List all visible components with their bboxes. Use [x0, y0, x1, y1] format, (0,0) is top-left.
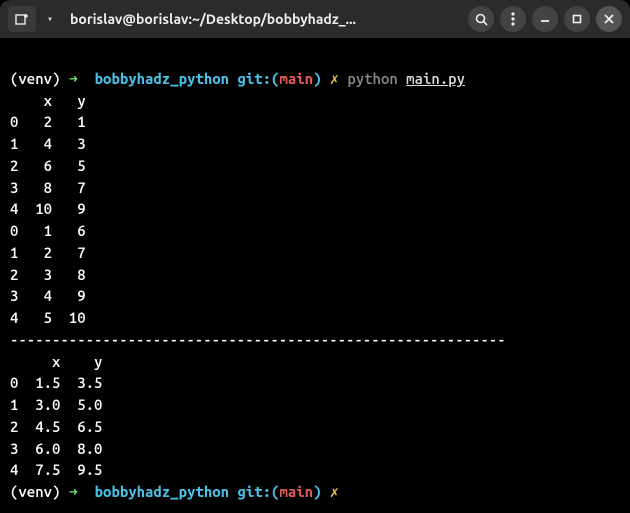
- df1-row: 1 4 3: [10, 135, 86, 152]
- prompt-line-2: (venv) ➜ bobbyhadz_python git:(main) ✗: [10, 483, 339, 500]
- cmd-python: python: [347, 70, 397, 87]
- menu-button[interactable]: [500, 6, 526, 32]
- df2-row: 3 6.0 8.0: [10, 440, 102, 457]
- df1-row: 3 4 9: [10, 287, 86, 304]
- dirty-icon: ✗: [330, 483, 339, 500]
- prompt-arrow-icon: ➜: [69, 483, 78, 500]
- minimize-button[interactable]: [532, 6, 558, 32]
- git-close: ): [313, 483, 321, 500]
- df2-row: 4 7.5 9.5: [10, 461, 102, 478]
- df1-row: 4 10 9: [10, 200, 86, 217]
- df2-row: 2 4.5 6.5: [10, 418, 102, 435]
- df1-row: 4 5 10: [10, 309, 86, 326]
- cmd-file: main.py: [406, 70, 465, 87]
- tab-menu-chevron-icon[interactable]: ▾: [42, 13, 58, 25]
- prompt-dir: bobbyhadz_python: [95, 70, 229, 87]
- close-button[interactable]: [596, 6, 622, 32]
- git-branch: main: [279, 70, 313, 87]
- new-tab-button[interactable]: [8, 6, 36, 32]
- df1-row: 3 8 7: [10, 179, 86, 196]
- terminal-body[interactable]: (venv) ➜ bobbyhadz_python git:(main) ✗ p…: [0, 38, 630, 513]
- prompt-dir: bobbyhadz_python: [95, 483, 229, 500]
- venv-label: (venv): [10, 483, 60, 500]
- prompt-line-1: (venv) ➜ bobbyhadz_python git:(main) ✗ p…: [10, 70, 465, 87]
- search-button[interactable]: [468, 6, 494, 32]
- git-close: ): [313, 70, 321, 87]
- venv-label: (venv): [10, 70, 60, 87]
- df1-row: 2 6 5: [10, 157, 86, 174]
- prompt-arrow-icon: ➜: [69, 70, 78, 87]
- git-label: git:(: [237, 70, 279, 87]
- df2-header: x y: [10, 353, 102, 370]
- df1-header: x y: [10, 92, 86, 109]
- window-title: borislav@borislav:~/Desktop/bobbyhadz_..…: [64, 11, 462, 27]
- df1-row: 0 2 1: [10, 113, 86, 130]
- df1-row: 0 1 6: [10, 222, 86, 239]
- df2-row: 1 3.0 5.0: [10, 396, 102, 413]
- dirty-icon: ✗: [330, 70, 339, 87]
- df1-row: 1 2 7: [10, 244, 86, 261]
- separator: ----------------------------------------…: [10, 331, 506, 348]
- df1-row: 2 3 8: [10, 266, 86, 283]
- maximize-button[interactable]: [564, 6, 590, 32]
- git-label: git:(: [237, 483, 279, 500]
- df2-row: 0 1.5 3.5: [10, 374, 102, 391]
- window-titlebar: ▾ borislav@borislav:~/Desktop/bobbyhadz_…: [0, 0, 630, 38]
- git-branch: main: [279, 483, 313, 500]
